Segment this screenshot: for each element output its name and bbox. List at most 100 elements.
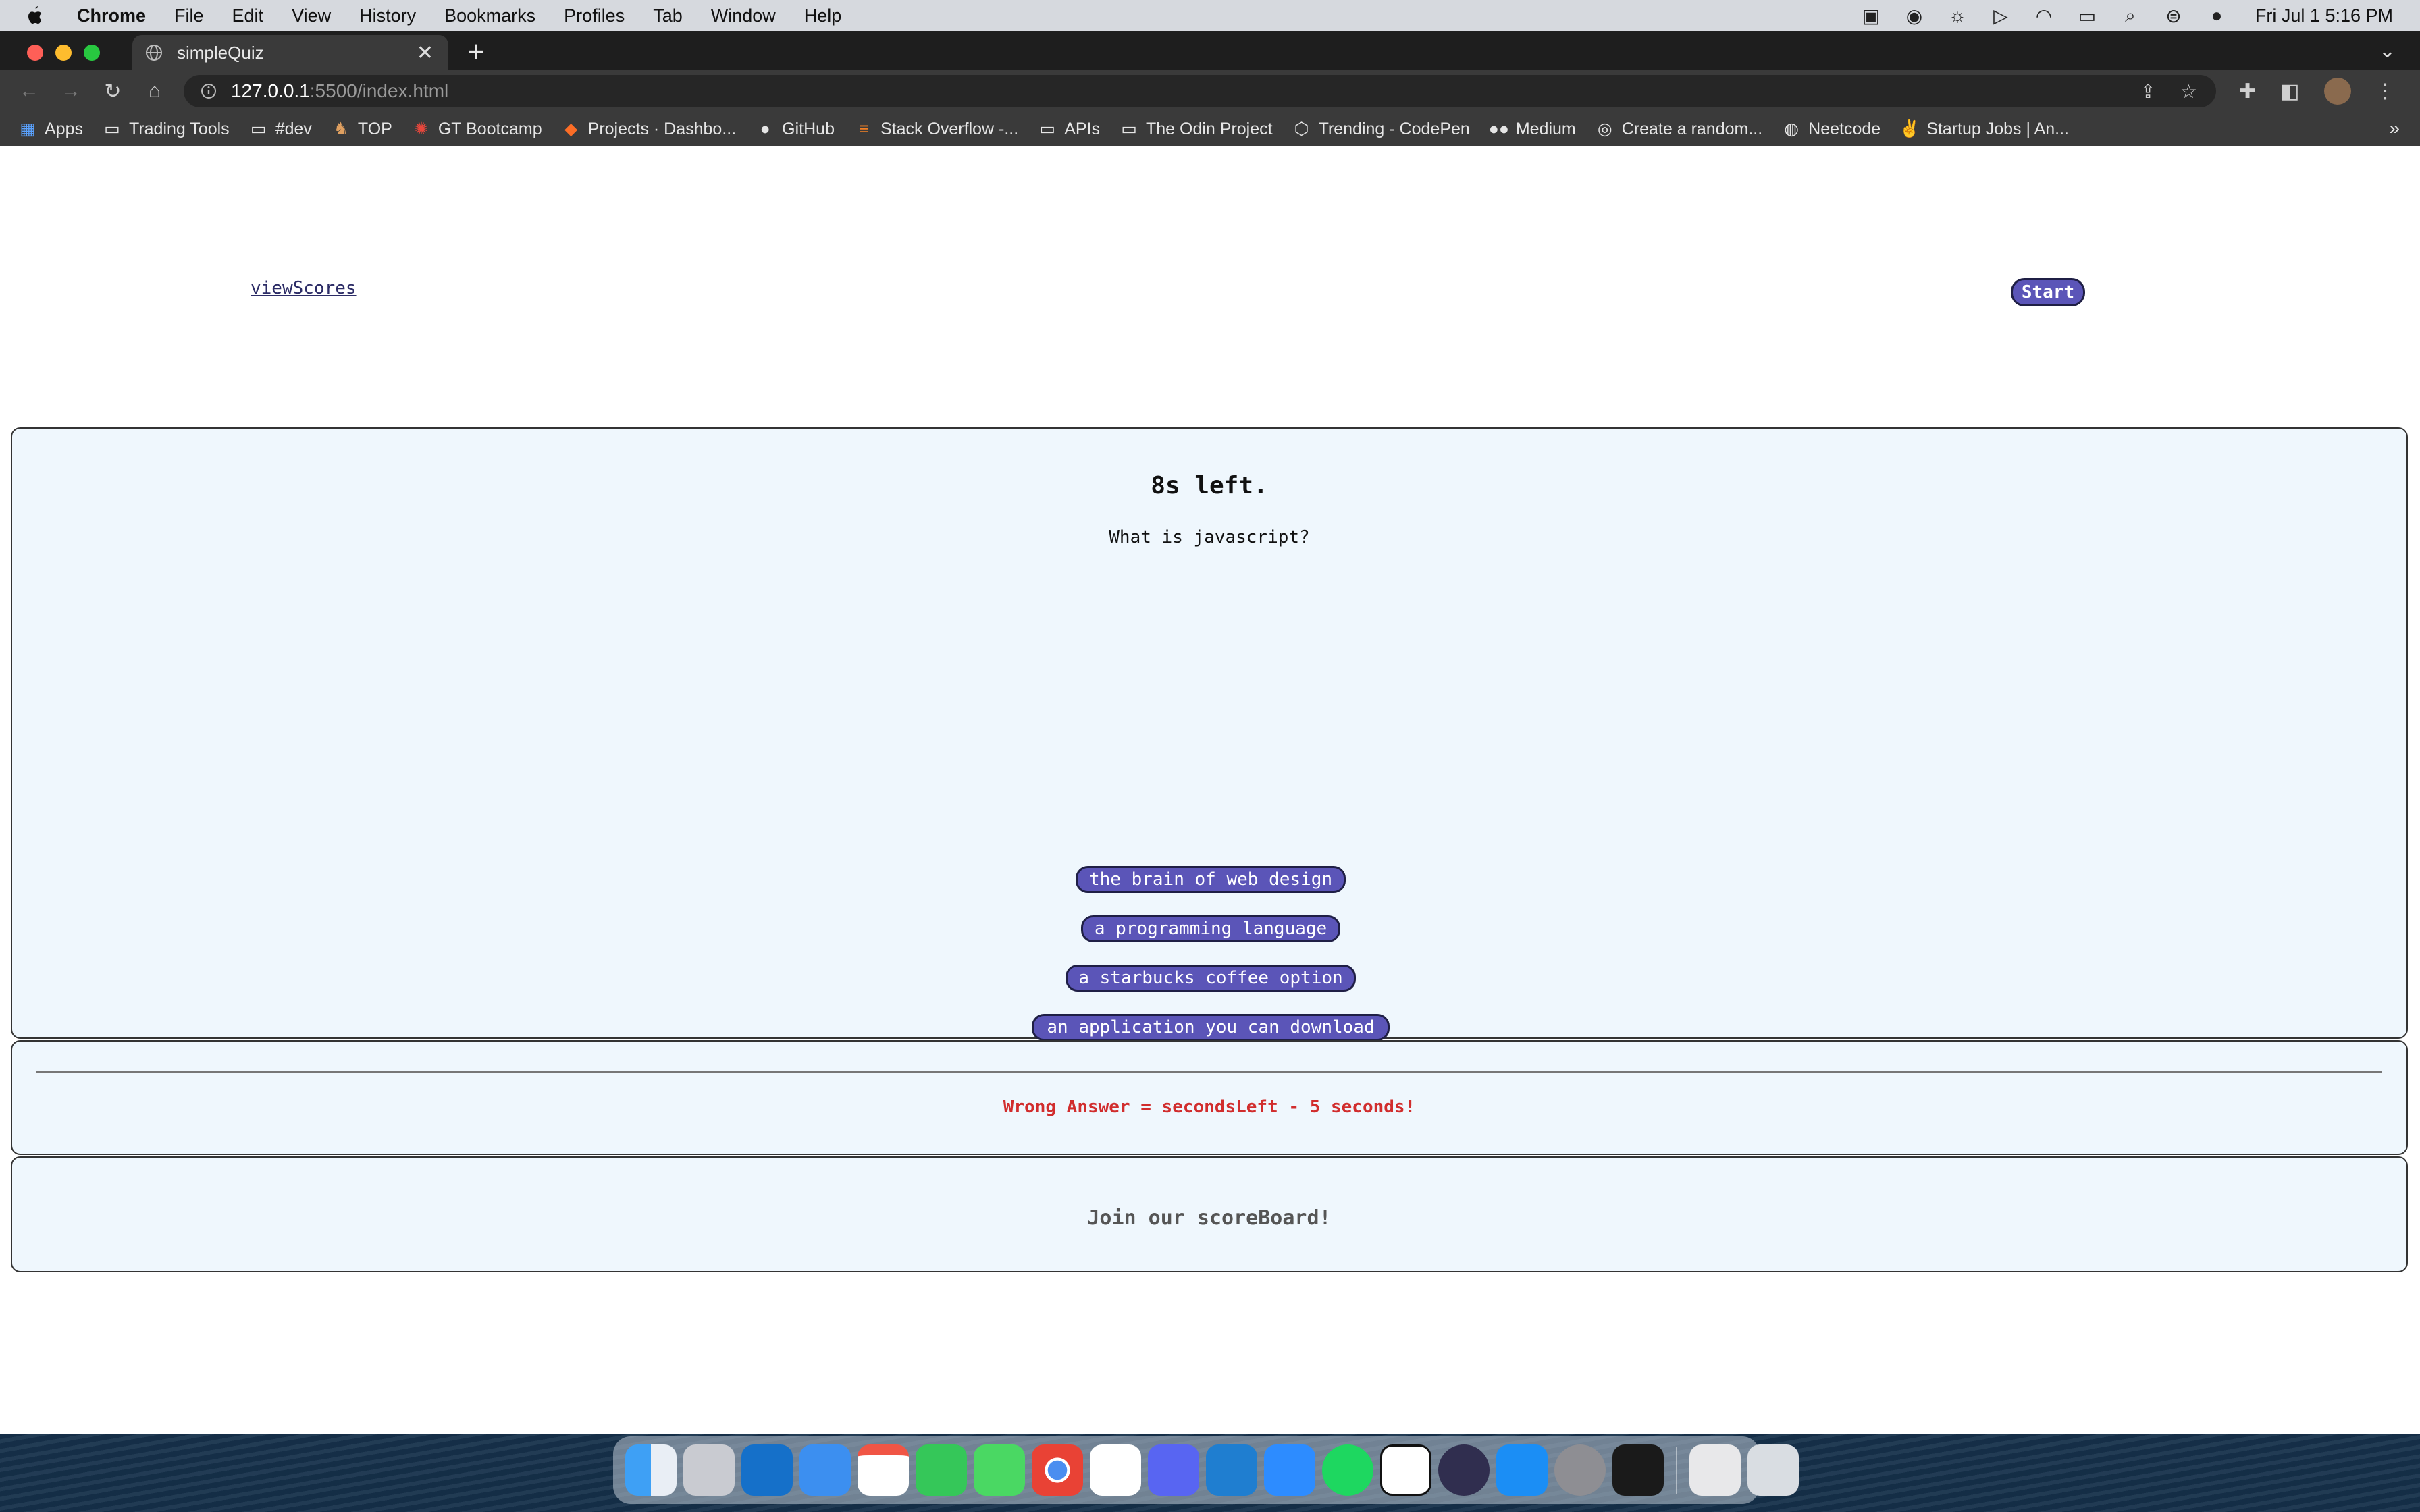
address-bar[interactable]: 127.0.0.1:5500/index.html ⇪ ☆ <box>184 75 2216 107</box>
profile-avatar[interactable] <box>2323 78 2351 105</box>
page-content: viewScores Start 8s left. What is javasc… <box>0 146 2420 1395</box>
menu-bookmarks[interactable]: Bookmarks <box>444 5 535 26</box>
divider <box>36 1071 2382 1073</box>
bookmark-stack-overflow[interactable]: ≡ Stack Overflow -... <box>855 119 1019 139</box>
answer-button-4[interactable]: an application you can download <box>1032 1014 1390 1041</box>
bookmark-dev[interactable]: ▭ #dev <box>250 119 312 139</box>
bookmark-create-random[interactable]: ◎ Create a random... <box>1596 119 1762 139</box>
bookmark-odin-project[interactable]: ▭ The Odin Project <box>1120 119 1273 139</box>
bookmark-label: Trending - CodePen <box>1318 119 1470 138</box>
battery-icon[interactable]: ▭ <box>2076 5 2099 26</box>
bookmark-github[interactable]: ● GitHub <box>756 119 835 139</box>
apps-grid-icon: ▦ <box>20 119 36 138</box>
view-scores-link[interactable]: viewScores <box>251 278 357 298</box>
home-icon[interactable]: ⌂ <box>134 80 176 103</box>
tab-search-chevron-icon[interactable]: ⌄ <box>2379 39 2396 63</box>
menu-history[interactable]: History <box>359 5 416 26</box>
zoom-window-button[interactable] <box>84 45 100 61</box>
close-tab-icon[interactable]: ✕ <box>417 41 433 65</box>
calendar-icon[interactable] <box>858 1444 909 1496</box>
bookmarks-overflow-icon[interactable]: » <box>2389 117 2400 139</box>
bookmark-label: GitHub <box>782 119 835 138</box>
menu-help[interactable]: Help <box>804 5 842 26</box>
site-info-icon[interactable] <box>200 82 217 100</box>
slack-icon[interactable] <box>1090 1444 1141 1496</box>
side-panel-icon[interactable]: ◧ <box>2280 80 2299 103</box>
bookmark-codepen[interactable]: ⬡ Trending - CodePen <box>1293 119 1470 139</box>
bookmark-top[interactable]: ♞ TOP <box>332 119 392 139</box>
brightness-icon[interactable]: ☼ <box>1946 5 1969 26</box>
outlook-icon[interactable] <box>741 1444 793 1496</box>
bookmark-apps[interactable]: ▦ Apps <box>19 119 83 139</box>
bookmark-trading-tools[interactable]: ▭ Trading Tools <box>103 119 230 139</box>
menu-edit[interactable]: Edit <box>232 5 264 26</box>
bookmark-label: Startup Jobs | An... <box>1926 119 2069 138</box>
menu-clock[interactable]: Fri Jul 1 5:16 PM <box>2255 5 2393 26</box>
new-tab-icon[interactable]: + <box>467 35 485 69</box>
menu-profiles[interactable]: Profiles <box>564 5 625 26</box>
menu-file[interactable]: File <box>174 5 204 26</box>
more-menu-icon[interactable]: ⋮ <box>2375 80 2396 103</box>
facetime-icon[interactable] <box>916 1444 967 1496</box>
bookmark-startup-jobs[interactable]: ✌ Startup Jobs | An... <box>1899 119 2069 139</box>
zoom-icon[interactable] <box>1264 1444 1315 1496</box>
folder-icon: ▭ <box>104 119 120 138</box>
tab-simplequiz[interactable]: simpleQuiz ✕ <box>132 35 448 70</box>
chrome-icon[interactable] <box>1032 1444 1083 1496</box>
folder-icon: ▭ <box>1039 119 1056 138</box>
menu-view[interactable]: View <box>292 5 331 26</box>
screen-share-icon[interactable]: ▣ <box>1860 5 1883 26</box>
tab-title: simpleQuiz <box>177 42 264 63</box>
search-icon[interactable]: ⌕ <box>2119 5 2142 26</box>
play-icon[interactable]: ▷ <box>1989 5 2012 26</box>
neetcode-icon: ◍ <box>1784 119 1799 138</box>
menu-window[interactable]: Window <box>711 5 776 26</box>
extensions-puzzle-icon[interactable]: ✚ <box>2239 80 2256 103</box>
finder-icon[interactable] <box>625 1444 677 1496</box>
bookmark-label: APIs <box>1064 119 1100 138</box>
documents-icon[interactable] <box>1689 1444 1741 1496</box>
headphones-icon[interactable]: ◠ <box>2032 5 2055 26</box>
start-button[interactable]: Start <box>2011 278 2085 306</box>
reload-icon[interactable]: ↻ <box>92 80 134 103</box>
codepen-icon: ⬡ <box>1294 119 1309 138</box>
notion-icon[interactable] <box>1380 1444 1431 1496</box>
bookmark-label: The Odin Project <box>1146 119 1273 138</box>
obs-icon[interactable] <box>1438 1444 1490 1496</box>
browser-toolbar: ← → ↻ ⌂ 127.0.0.1:5500/index.html ⇪ ☆ ✚ … <box>0 70 2420 112</box>
messages-icon[interactable] <box>974 1444 1025 1496</box>
close-window-button[interactable] <box>27 45 43 61</box>
system-settings-icon[interactable] <box>1554 1444 1606 1496</box>
timer-text: 8s left. <box>1151 472 1268 500</box>
share-icon[interactable]: ⇪ <box>2140 80 2155 103</box>
minimize-window-button[interactable] <box>55 45 72 61</box>
bookmark-neetcode[interactable]: ◍ Neetcode <box>1783 119 1880 139</box>
answer-button-1[interactable]: the brain of web design <box>1076 866 1346 893</box>
launchpad-icon[interactable] <box>683 1444 735 1496</box>
bookmark-projects[interactable]: ◆ Projects · Dashbo... <box>562 119 736 139</box>
terminal-icon[interactable] <box>1612 1444 1664 1496</box>
audio-wave-icon[interactable]: ◉ <box>1903 5 1926 26</box>
vscode-icon[interactable] <box>1206 1444 1257 1496</box>
spotify-icon[interactable] <box>1322 1444 1373 1496</box>
bookmark-label: Neetcode <box>1808 119 1881 138</box>
control-center-icon[interactable]: ⊜ <box>2162 5 2185 26</box>
bookmark-apis[interactable]: ▭ APIs <box>1038 119 1100 139</box>
mail-icon[interactable] <box>799 1444 851 1496</box>
menu-tab[interactable]: Tab <box>653 5 683 26</box>
bookmark-gt-bootcamp[interactable]: ✺ GT Bootcamp <box>413 119 542 139</box>
bookmark-star-icon[interactable]: ☆ <box>2180 80 2197 103</box>
menu-app-name[interactable]: Chrome <box>77 5 146 26</box>
trash-icon[interactable] <box>1747 1444 1799 1496</box>
bookmark-medium[interactable]: ●● Medium <box>1489 119 1576 139</box>
app-store-icon[interactable] <box>1496 1444 1548 1496</box>
forward-arrow-icon[interactable]: → <box>50 80 92 103</box>
answer-button-3[interactable]: a starbucks coffee option <box>1066 965 1356 992</box>
answer-button-2[interactable]: a programming language <box>1081 915 1340 942</box>
discord-icon[interactable] <box>1148 1444 1199 1496</box>
apple-logo-icon[interactable] <box>26 5 45 26</box>
back-arrow-icon[interactable]: ← <box>8 80 50 103</box>
macos-dock <box>613 1436 1799 1504</box>
siri-icon[interactable]: ● <box>2205 5 2228 26</box>
url-host: 127.0.0.1 <box>231 80 310 101</box>
